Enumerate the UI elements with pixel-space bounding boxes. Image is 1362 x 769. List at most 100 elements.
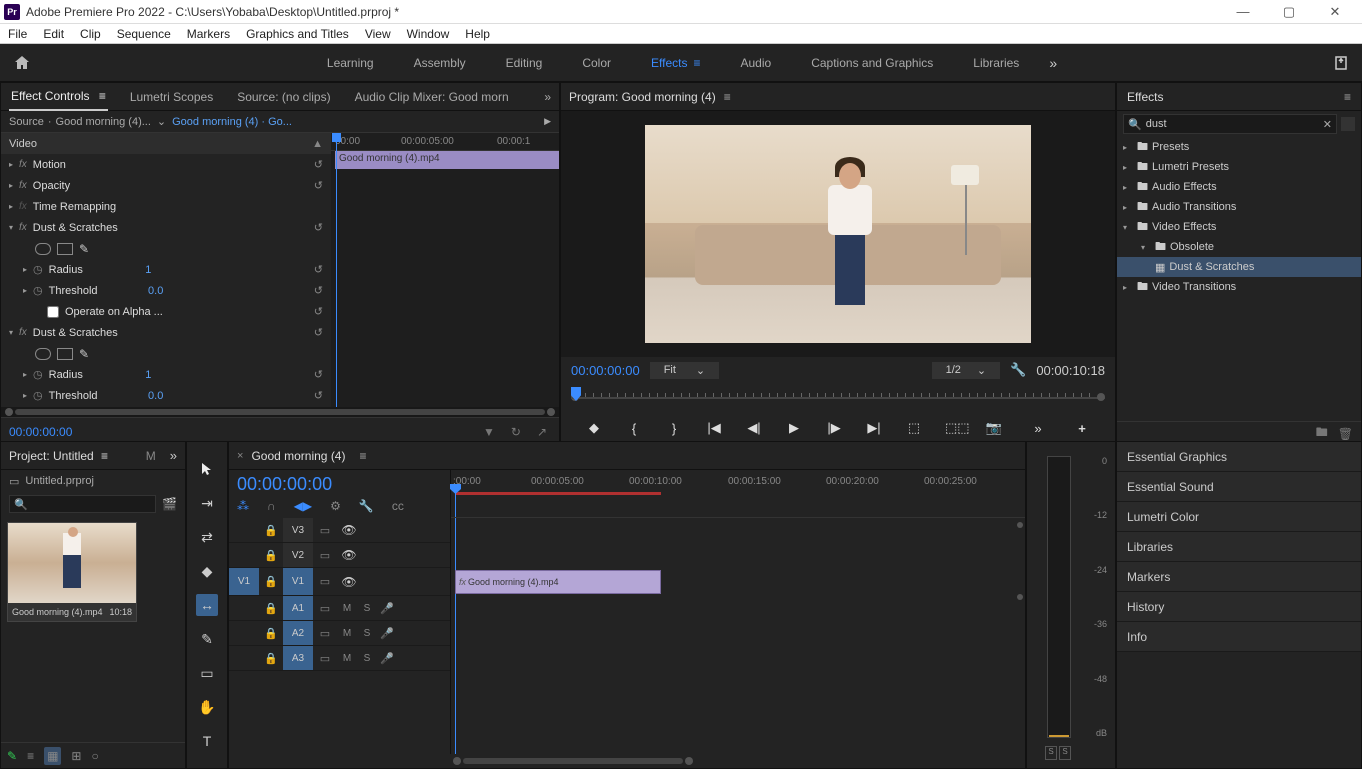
minimize-button[interactable]: — [1220, 0, 1266, 24]
toggle-output-icon[interactable]: ▭ [313, 549, 337, 562]
export-frame-button[interactable]: 📷 [985, 420, 1003, 436]
work-area[interactable] [455, 492, 661, 495]
panel-libraries[interactable]: Libraries [1117, 532, 1361, 562]
pen-mask-icon[interactable]: ✎ [79, 242, 89, 256]
extract-button[interactable]: ⬚⬚ [945, 420, 963, 436]
mute-button[interactable]: M [337, 628, 357, 639]
voice-icon[interactable]: 🎤 [377, 602, 397, 615]
eye-icon[interactable]: 👁 [337, 548, 361, 562]
menu-file[interactable]: File [8, 27, 27, 41]
twirl-icon[interactable]: ▾ [1123, 223, 1133, 232]
slip-tool[interactable]: ↔ [196, 594, 218, 616]
ec-threshold-value[interactable]: 0.0 [148, 285, 163, 297]
track-select-tool[interactable]: ⇥ [196, 492, 218, 514]
loop-icon[interactable]: ↻ [511, 425, 521, 439]
lock-icon[interactable]: 🔒 [259, 575, 283, 588]
pen-tool[interactable]: ✎ [196, 628, 218, 650]
mute-button[interactable]: M [337, 653, 357, 664]
ec-timeline[interactable]: 00:00 00:00:05:00 00:00:1 Good morning (… [331, 133, 559, 407]
reset-icon[interactable]: ↺ [314, 326, 323, 339]
twirl-icon[interactable]: ▸ [1123, 183, 1133, 192]
tab-lumetri-scopes[interactable]: Lumetri Scopes [128, 84, 215, 110]
effects-search-input[interactable]: 🔍 dust ✕ [1123, 114, 1337, 134]
hamburger-icon[interactable]: ≡ [359, 449, 366, 463]
freeform-view-icon[interactable]: ⊞ [71, 749, 81, 763]
program-timecode-in[interactable]: 00:00:00:00 [571, 363, 640, 378]
ec-timecode[interactable]: 00:00:00:00 [9, 425, 72, 439]
tree-obsolete[interactable]: Obsolete [1170, 241, 1214, 253]
hamburger-icon[interactable]: ≡ [98, 449, 108, 463]
tab-program[interactable]: Program: Good morning (4) [569, 90, 716, 104]
project-bin-name[interactable]: Untitled.prproj [25, 475, 93, 487]
hamburger-icon[interactable]: ≡ [95, 89, 105, 103]
ec-playhead[interactable] [336, 133, 337, 407]
track-v3[interactable]: V3 [283, 518, 313, 542]
maximize-button[interactable]: ▢ [1266, 0, 1312, 24]
filter-icon[interactable]: ▼ [483, 425, 495, 439]
timeline-hscroll[interactable] [229, 754, 1025, 768]
twirl-icon[interactable]: ▾ [1141, 243, 1151, 252]
hamburger-icon[interactable]: ≡ [693, 56, 700, 70]
tree-video-transitions[interactable]: Video Transitions [1152, 281, 1236, 293]
mute-button[interactable]: M [337, 603, 357, 614]
lock-icon[interactable]: 🔒 [259, 652, 283, 665]
workspace-assembly[interactable]: Assembly [414, 56, 466, 70]
hamburger-icon[interactable]: ≡ [1344, 90, 1351, 104]
hand-tool[interactable]: ✋ [196, 696, 218, 718]
program-viewer[interactable] [561, 111, 1115, 357]
tab-source[interactable]: Source: (no clips) [235, 84, 332, 110]
ec-opacity[interactable]: Opacity [33, 180, 70, 192]
icon-view-icon[interactable]: ▦ [44, 747, 61, 765]
wrench-icon[interactable]: 🔧 [359, 499, 374, 513]
twirl-icon[interactable]: ▸ [23, 391, 27, 400]
tab-sequence[interactable]: Good morning (4) [251, 449, 345, 463]
ec-radius-value[interactable]: 1 [145, 264, 151, 276]
step-forward-button[interactable]: |▶ [825, 420, 843, 436]
meter-solo-r[interactable]: S [1059, 746, 1071, 760]
rectangle-tool[interactable]: ▭ [196, 662, 218, 684]
twirl-icon[interactable]: ▸ [1123, 163, 1133, 172]
go-to-out-button[interactable]: ▶| [865, 420, 883, 436]
twirl-icon[interactable]: ▾ [9, 328, 13, 337]
tab-close-icon[interactable]: × [237, 450, 243, 462]
panel-lumetri-color[interactable]: Lumetri Color [1117, 502, 1361, 532]
go-to-in-button[interactable]: |◀ [705, 420, 723, 436]
workspace-audio[interactable]: Audio [741, 56, 772, 70]
ec-time-remap[interactable]: Time Remapping [33, 201, 116, 213]
ec-dust-scratches-1[interactable]: Dust & Scratches [33, 222, 118, 234]
reset-icon[interactable]: ↺ [314, 368, 323, 381]
tree-video-effects[interactable]: Video Effects [1152, 221, 1216, 233]
tab-project[interactable]: Project: Untitled ≡ [9, 449, 108, 463]
workspace-editing[interactable]: Editing [506, 56, 543, 70]
tree-lumetri-presets[interactable]: Lumetri Presets [1152, 161, 1229, 173]
menu-help[interactable]: Help [465, 27, 490, 41]
panel-history[interactable]: History [1117, 592, 1361, 622]
ec-motion[interactable]: Motion [33, 159, 66, 171]
lock-icon[interactable]: 🔒 [259, 602, 283, 615]
tree-audio-effects[interactable]: Audio Effects [1152, 181, 1217, 193]
timeline-clip[interactable]: fxGood morning (4).mp4 [455, 570, 661, 594]
ellipse-mask-icon[interactable] [35, 348, 51, 360]
play-icon[interactable]: ▶ [544, 116, 551, 127]
reset-icon[interactable]: ↺ [314, 158, 323, 171]
twirl-icon[interactable]: ▸ [1123, 203, 1133, 212]
ec-sequence-link[interactable]: Good morning (4) · Go... [172, 116, 292, 128]
type-tool[interactable]: T [196, 730, 218, 752]
twirl-icon[interactable]: ▸ [1123, 143, 1133, 152]
chevron-down-icon[interactable]: ⌄ [157, 115, 166, 128]
panel-essential-sound[interactable]: Essential Sound [1117, 472, 1361, 502]
reset-icon[interactable]: ↺ [314, 221, 323, 234]
play-button[interactable]: ▶ [785, 420, 803, 436]
twirl-icon[interactable]: ▸ [23, 370, 27, 379]
toggle-output-icon[interactable]: ▭ [313, 575, 337, 588]
eye-icon[interactable]: 👁 [337, 575, 361, 589]
media-browser-ind[interactable]: M [146, 449, 156, 463]
lift-button[interactable]: ⬚ [905, 420, 923, 436]
reset-icon[interactable]: ↺ [314, 284, 323, 297]
track-v1[interactable]: V1 [283, 568, 313, 595]
project-search-input[interactable]: 🔍 [9, 495, 156, 513]
lock-icon[interactable]: 🔒 [259, 627, 283, 640]
ec-dust-scratches-2[interactable]: Dust & Scratches [33, 327, 118, 339]
twirl-icon[interactable]: ▾ [9, 223, 13, 232]
menu-graphics[interactable]: Graphics and Titles [246, 27, 349, 41]
